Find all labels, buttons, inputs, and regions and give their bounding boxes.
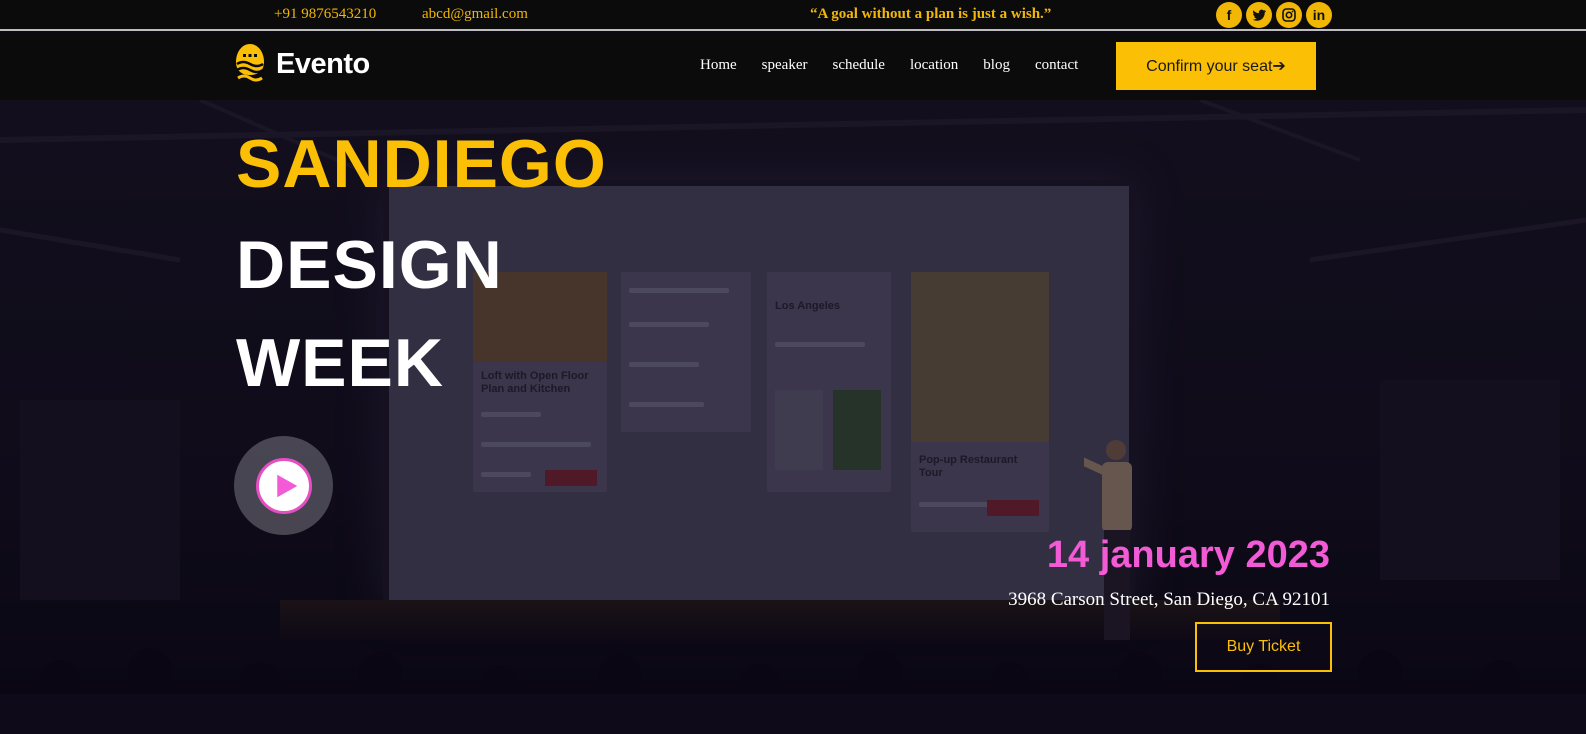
nav-link-location[interactable]: location <box>910 57 958 74</box>
main-navbar: Evento Home speaker schedule location bl… <box>0 33 1586 100</box>
nav-link-home[interactable]: Home <box>700 57 737 74</box>
logo-icon <box>234 42 266 86</box>
buy-ticket-button[interactable]: Buy Ticket <box>1195 622 1332 672</box>
nav-link-blog[interactable]: blog <box>983 57 1010 74</box>
hero-section: Loft with Open Floor Plan and Kitchen Lo… <box>0 100 1586 734</box>
instagram-icon[interactable] <box>1276 2 1302 28</box>
linkedin-icon[interactable]: in <box>1306 2 1332 28</box>
hero-title-line-3: WEEK <box>236 325 444 401</box>
hero-title-line-1: SANDIEGO <box>236 126 607 202</box>
event-address: 3968 Carson Street, San Diego, CA 92101 <box>1008 589 1330 610</box>
twitter-icon[interactable] <box>1246 2 1272 28</box>
top-info-bar: +91 9876543210 abcd@gmail.com “A goal wi… <box>0 0 1586 31</box>
nav-link-contact[interactable]: contact <box>1035 57 1078 74</box>
phone-number[interactable]: +91 9876543210 <box>274 6 376 23</box>
social-links: f in <box>1216 2 1332 28</box>
nav-link-speaker[interactable]: speaker <box>762 57 808 74</box>
nav-menu: Home speaker schedule location blog cont… <box>700 57 1103 74</box>
header-quote: “A goal without a plan is just a wish.” <box>810 6 1052 22</box>
confirm-seat-button[interactable]: Confirm your seat➔ <box>1116 42 1316 90</box>
play-video-button[interactable] <box>234 436 333 535</box>
email-address[interactable]: abcd@gmail.com <box>422 6 528 23</box>
facebook-icon[interactable]: f <box>1216 2 1242 28</box>
site-logo[interactable]: Evento <box>234 42 370 86</box>
page-bottom-band <box>0 694 1586 734</box>
hero-title-line-2: DESIGN <box>236 227 503 303</box>
play-icon <box>255 457 312 514</box>
event-date: 14 january 2023 <box>1046 534 1330 576</box>
nav-link-schedule[interactable]: schedule <box>832 57 884 74</box>
logo-text: Evento <box>276 47 370 80</box>
